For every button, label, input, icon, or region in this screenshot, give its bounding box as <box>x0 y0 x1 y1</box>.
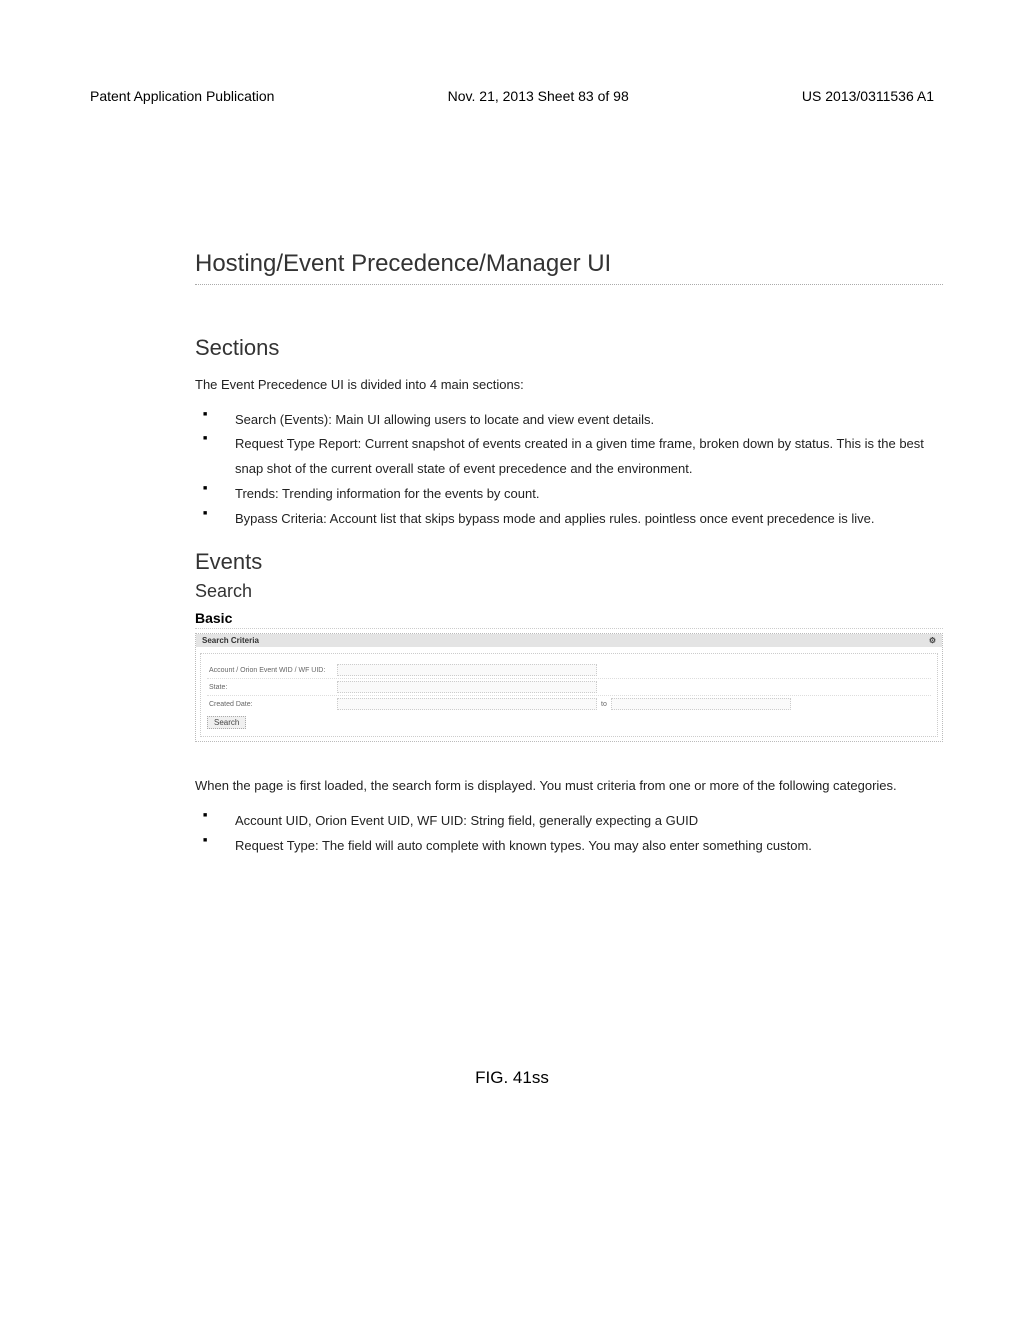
header-right: US 2013/0311536 A1 <box>802 88 934 104</box>
list-item: Trends: Trending information for the eve… <box>195 482 943 507</box>
sections-list: Search (Events): Main UI allowing users … <box>195 408 943 531</box>
sections-heading: Sections <box>195 335 943 361</box>
criteria-list: Account UID, Orion Event UID, WF UID: St… <box>195 809 943 858</box>
created-from-input[interactable] <box>337 698 597 710</box>
list-item: Request Type Report: Current snapshot of… <box>195 432 943 481</box>
list-item: Account UID, Orion Event UID, WF UID: St… <box>195 809 943 834</box>
list-item: Request Type: The field will auto comple… <box>195 834 943 859</box>
form-label-created: Created Date: <box>207 701 337 708</box>
state-input[interactable] <box>337 681 597 693</box>
list-item: Search (Events): Main UI allowing users … <box>195 408 943 433</box>
to-label: to <box>601 701 607 708</box>
form-body: Account / Orion Event WID / WF UID: Stat… <box>200 653 938 737</box>
search-form: Search Criteria ⚙ Account / Orion Event … <box>195 633 943 742</box>
main-title: Hosting/Event Precedence/Manager UI <box>195 250 943 285</box>
form-row-created-date: Created Date: to <box>207 696 931 712</box>
gear-icon[interactable]: ⚙ <box>929 636 936 645</box>
form-row-state: State: <box>207 679 931 696</box>
form-label-state: State: <box>207 684 337 691</box>
header-center: Nov. 21, 2013 Sheet 83 of 98 <box>448 88 629 104</box>
search-criteria-label: Search Criteria <box>202 636 259 645</box>
page-header: Patent Application Publication Nov. 21, … <box>0 88 1024 104</box>
account-input[interactable] <box>337 664 597 676</box>
events-heading: Events <box>195 549 943 575</box>
form-label-account: Account / Orion Event WID / WF UID: <box>207 667 337 674</box>
list-item: Bypass Criteria: Account list that skips… <box>195 507 943 532</box>
header-left: Patent Application Publication <box>90 88 274 104</box>
form-row-account: Account / Orion Event WID / WF UID: <box>207 662 931 679</box>
search-criteria-header: Search Criteria ⚙ <box>196 634 942 647</box>
created-to-input[interactable] <box>611 698 791 710</box>
search-button[interactable]: Search <box>207 716 246 729</box>
search-heading: Search <box>195 581 943 602</box>
basic-heading: Basic <box>195 610 943 629</box>
page-content: Hosting/Event Precedence/Manager UI Sect… <box>195 250 943 876</box>
intro-text: The Event Precedence UI is divided into … <box>195 375 943 396</box>
figure-label: FIG. 41ss <box>0 1068 1024 1088</box>
post-form-text: When the page is first loaded, the searc… <box>195 776 943 797</box>
